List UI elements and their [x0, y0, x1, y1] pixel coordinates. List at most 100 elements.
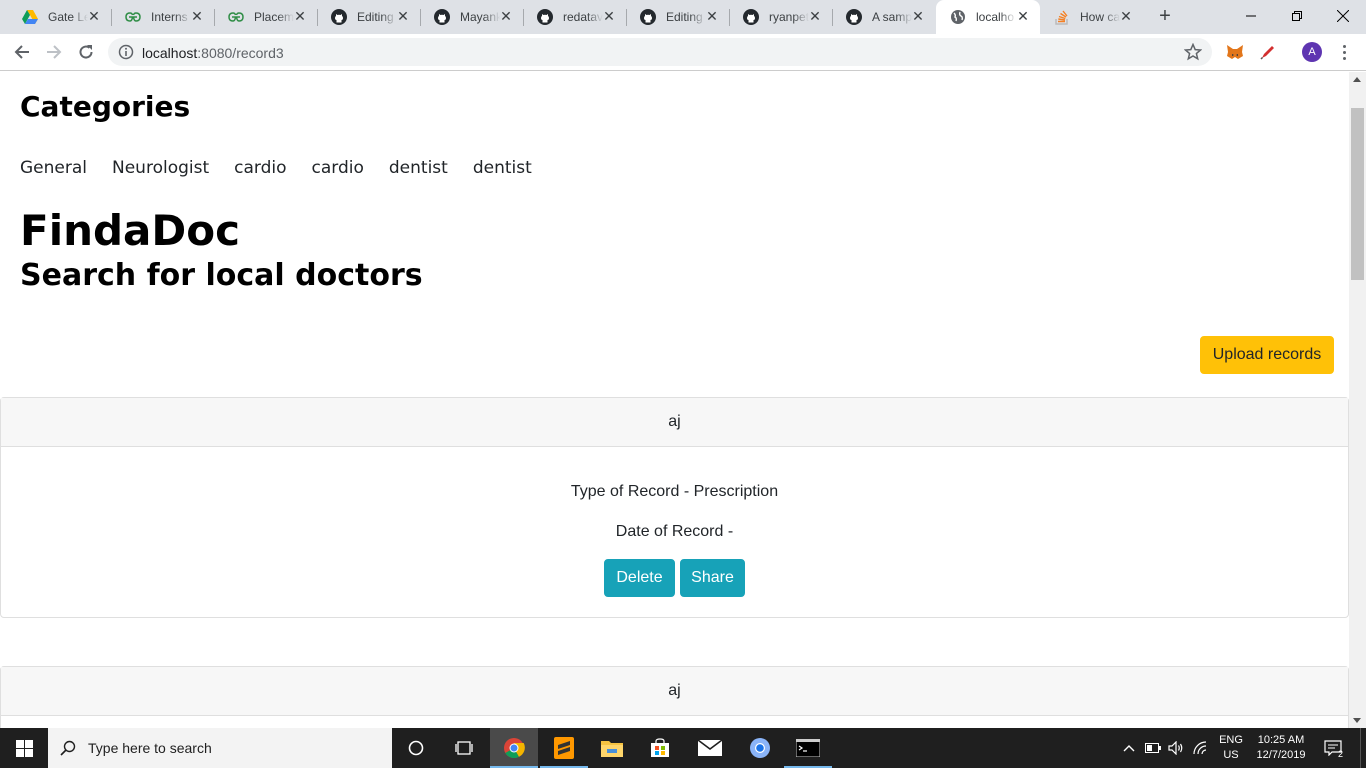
- battery-button[interactable]: [1143, 728, 1163, 768]
- cortana-button[interactable]: [392, 728, 440, 768]
- category-link[interactable]: General: [20, 158, 87, 178]
- folder-icon: [601, 741, 623, 757]
- record-card: aj: [0, 666, 1349, 728]
- share-record-button[interactable]: Share: [680, 559, 745, 597]
- delete-record-button[interactable]: Delete: [604, 559, 675, 597]
- close-tab-icon[interactable]: ✕: [396, 9, 410, 23]
- close-tab-icon[interactable]: ✕: [808, 9, 822, 23]
- url-text: localhost:8080/record3: [142, 45, 284, 61]
- record-actions: Delete Share: [1, 559, 1348, 597]
- chrome-secondary-button[interactable]: [736, 728, 784, 768]
- github-icon: [743, 9, 759, 25]
- browser-tab[interactable]: Placem ✕: [214, 0, 318, 34]
- search-icon: [48, 728, 88, 768]
- mail-button[interactable]: [686, 728, 734, 768]
- task-view-button[interactable]: [440, 728, 488, 768]
- page-scrollbar[interactable]: [1349, 72, 1366, 728]
- scrollbar-thumb[interactable]: [1351, 108, 1364, 280]
- windows-taskbar: Type here to search ENG US 10:25 AM 12/7…: [0, 728, 1366, 768]
- reload-button[interactable]: [74, 40, 98, 64]
- close-tab-icon[interactable]: ✕: [911, 9, 925, 23]
- browser-tab[interactable]: Mayank ✕: [420, 0, 524, 34]
- close-tab-icon[interactable]: ✕: [87, 9, 101, 23]
- start-button[interactable]: [0, 728, 48, 768]
- category-link[interactable]: Neurologist: [112, 158, 209, 178]
- info-icon[interactable]: [118, 44, 134, 60]
- record-owner-name: aj: [668, 413, 681, 430]
- github-icon: [434, 9, 450, 25]
- close-tab-icon[interactable]: ✕: [190, 9, 204, 23]
- upload-records-button[interactable]: Upload records: [1200, 336, 1334, 374]
- close-tab-icon[interactable]: ✕: [1016, 9, 1030, 23]
- bookmark-star-icon[interactable]: [1184, 43, 1202, 61]
- minimize-button[interactable]: [1228, 0, 1274, 32]
- browser-tab-active[interactable]: localho ✕: [936, 0, 1040, 34]
- github-icon: [537, 9, 553, 25]
- wifi-icon: [1193, 741, 1207, 755]
- browser-tab[interactable]: ryanpet ✕: [729, 0, 833, 34]
- url-host: localhost: [142, 45, 198, 61]
- chrome-blue-icon: [750, 738, 770, 758]
- restore-button[interactable]: [1274, 0, 1320, 32]
- clock[interactable]: 10:25 AM 12/7/2019: [1250, 728, 1312, 768]
- browser-tab[interactable]: Editing ✕: [626, 0, 730, 34]
- pen-extension-icon[interactable]: [1258, 42, 1278, 62]
- show-desktop-button[interactable]: [1360, 728, 1366, 768]
- show-hidden-icons-button[interactable]: [1120, 728, 1138, 768]
- category-link[interactable]: dentist: [473, 158, 532, 178]
- browser-tab[interactable]: A samp ✕: [832, 0, 935, 34]
- record-card-body: Type of Record - Prescription Date of Re…: [1, 447, 1348, 617]
- volume-icon: [1168, 741, 1183, 755]
- profile-avatar[interactable]: A: [1302, 42, 1322, 62]
- record-card-header: aj: [1, 398, 1348, 447]
- browser-tab[interactable]: redatav ✕: [523, 0, 627, 34]
- record-type: Type of Record - Prescription: [570, 483, 779, 500]
- close-tab-icon[interactable]: ✕: [1119, 9, 1133, 23]
- mail-icon: [698, 739, 722, 756]
- record-card-header: aj: [1, 667, 1348, 716]
- github-icon: [846, 9, 862, 25]
- browser-menu-icon[interactable]: [1336, 42, 1352, 62]
- metamask-extension-icon[interactable]: [1225, 42, 1245, 62]
- back-button[interactable]: [10, 40, 34, 64]
- tab-title: Editing: [357, 10, 394, 24]
- battery-icon: [1145, 743, 1161, 753]
- browser-tab[interactable]: Gate Le ✕: [8, 0, 112, 34]
- close-tab-icon[interactable]: ✕: [499, 9, 513, 23]
- browser-tab[interactable]: Interns ✕: [111, 0, 215, 34]
- search-placeholder: Type here to search: [88, 740, 212, 756]
- action-center-button[interactable]: 2: [1318, 728, 1348, 768]
- cortana-icon: [408, 740, 424, 756]
- category-list: General Neurologist cardio cardio dentis…: [20, 158, 532, 178]
- close-tab-icon[interactable]: ✕: [705, 9, 719, 23]
- category-link[interactable]: cardio: [234, 158, 286, 178]
- page-viewport: Categories General Neurologist cardio ca…: [0, 72, 1349, 728]
- close-window-button[interactable]: [1320, 0, 1366, 32]
- restore-icon: [1292, 11, 1302, 21]
- category-link[interactable]: dentist: [389, 158, 448, 178]
- terminal-taskbar-button[interactable]: [784, 728, 832, 768]
- sublime-text-icon: [554, 737, 574, 759]
- record-date: Date of Record -: [615, 523, 734, 540]
- forward-button[interactable]: [42, 40, 66, 64]
- close-tab-icon[interactable]: ✕: [602, 9, 616, 23]
- store-button[interactable]: [636, 728, 684, 768]
- scroll-down-arrow-icon[interactable]: [1353, 718, 1361, 723]
- tab-title: Mayank: [460, 10, 500, 24]
- address-bar[interactable]: localhost:8080/record3: [108, 38, 1212, 66]
- new-tab-button[interactable]: +: [1155, 5, 1175, 29]
- browser-tab[interactable]: Editing ✕: [317, 0, 421, 34]
- forward-arrow-icon: [47, 45, 62, 59]
- task-view-icon: [455, 741, 473, 755]
- category-link[interactable]: cardio: [312, 158, 364, 178]
- volume-button[interactable]: [1166, 728, 1186, 768]
- wifi-button[interactable]: [1191, 728, 1211, 768]
- chrome-taskbar-button[interactable]: [490, 728, 538, 768]
- file-explorer-button[interactable]: [588, 728, 636, 768]
- sublime-taskbar-button[interactable]: [540, 728, 588, 768]
- scroll-up-arrow-icon[interactable]: [1353, 77, 1361, 82]
- taskbar-search[interactable]: Type here to search: [48, 728, 392, 768]
- browser-tab[interactable]: How ca ✕: [1040, 0, 1143, 34]
- language-indicator[interactable]: ENG US: [1214, 728, 1248, 768]
- close-tab-icon[interactable]: ✕: [293, 9, 307, 23]
